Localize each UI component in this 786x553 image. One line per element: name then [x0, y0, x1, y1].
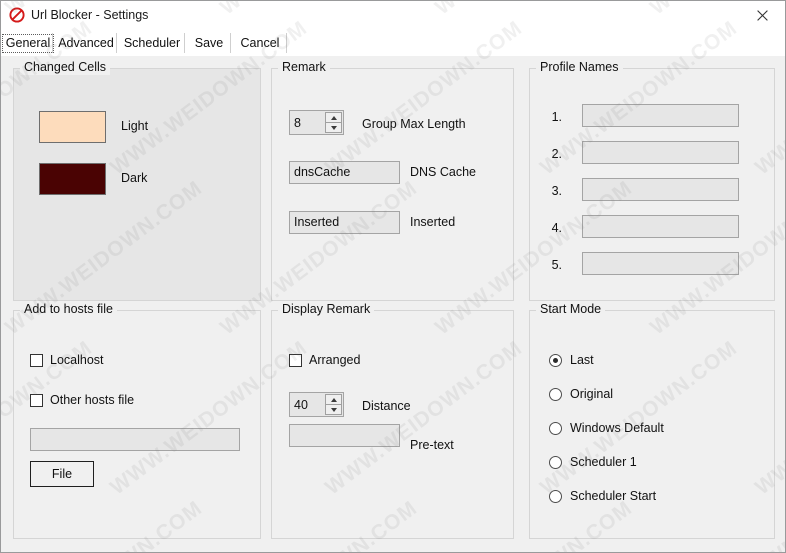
profile-number-3: 3. [551, 184, 562, 198]
tab-strip: General Advanced Scheduler Save Cancel [1, 30, 785, 56]
spin-down-button[interactable] [325, 405, 342, 415]
profile-number-2: 2. [551, 147, 562, 161]
arrow-down-icon [330, 125, 337, 130]
radio-last[interactable]: Last [549, 353, 594, 368]
swatch-light[interactable] [39, 111, 106, 143]
group-max-length-value: 8 [294, 115, 301, 130]
file-button[interactable]: File [30, 461, 94, 487]
checkbox-other-hosts-file[interactable]: Other hosts file [30, 393, 134, 408]
group-max-length-label: Group Max Length [362, 117, 466, 131]
hosts-path-input[interactable] [30, 428, 240, 451]
radio-last-label: Last [570, 353, 594, 367]
group-display-remark: Display Remark Arranged 40 Distance Pre-… [271, 302, 514, 539]
radio-scheduler-1-label: Scheduler 1 [570, 455, 637, 469]
settings-window: Url Blocker - Settings General Advanced … [0, 0, 786, 553]
title-bar: Url Blocker - Settings [1, 1, 785, 30]
dns-cache-input[interactable]: dnsCache [289, 161, 400, 184]
arrow-up-icon [330, 397, 337, 402]
checkbox-arranged[interactable]: Arranged [289, 353, 360, 368]
tab-general[interactable]: General [1, 31, 55, 55]
checkbox-localhost[interactable]: Localhost [30, 353, 104, 368]
group-display-remark-title: Display Remark [278, 302, 375, 317]
distance-spin-buttons[interactable] [325, 394, 342, 415]
tab-separator [230, 33, 231, 53]
spin-up-button[interactable] [325, 112, 342, 123]
prohibited-icon [9, 7, 25, 23]
profile-number-5: 5. [551, 258, 562, 272]
swatch-dark[interactable] [39, 163, 106, 195]
radio-original-label: Original [570, 387, 614, 401]
radio-scheduler-start-circle[interactable] [549, 490, 562, 503]
tab-separator [286, 33, 287, 53]
radio-scheduler-1[interactable]: Scheduler 1 [549, 455, 637, 470]
group-remark-title: Remark [278, 60, 330, 75]
group-changed-cells-title: Changed Cells [20, 60, 110, 75]
tab-cancel-label: Cancel [240, 35, 280, 50]
tab-scheduler[interactable]: Scheduler [119, 31, 185, 55]
swatch-dark-label: Dark [121, 171, 148, 185]
tab-save[interactable]: Save [187, 31, 231, 55]
inserted-value: Inserted [294, 215, 340, 229]
window-title: Url Blocker - Settings [31, 8, 149, 22]
tab-scheduler-label: Scheduler [123, 35, 181, 50]
profile-name-input-5[interactable] [582, 252, 739, 275]
group-changed-cells: Changed Cells Light Dark [13, 60, 261, 301]
arrow-up-icon [330, 115, 337, 120]
group-start-mode-title: Start Mode [536, 302, 606, 317]
close-button[interactable] [739, 1, 785, 30]
spin-down-button[interactable] [325, 123, 342, 133]
swatch-light-label: Light [121, 119, 149, 133]
group-max-length-stepper[interactable]: 8 [289, 110, 344, 135]
tab-advanced-label: Advanced [58, 35, 114, 50]
pretext-input[interactable] [289, 424, 400, 447]
radio-original-circle[interactable] [549, 388, 562, 401]
radio-windows-default-label: Windows Default [570, 421, 664, 435]
dns-cache-label: DNS Cache [410, 165, 476, 179]
distance-value: 40 [294, 397, 308, 412]
dns-cache-value: dnsCache [294, 165, 351, 179]
checkbox-arranged-box[interactable] [289, 354, 302, 367]
inserted-label: Inserted [410, 215, 456, 229]
profile-name-input-4[interactable] [582, 215, 739, 238]
pretext-label: Pre-text [410, 438, 454, 452]
group-max-length-spin-buttons[interactable] [325, 112, 342, 133]
file-button-label: File [51, 467, 73, 481]
checkbox-other-hosts-file-box[interactable] [30, 394, 43, 407]
distance-stepper[interactable]: 40 [289, 392, 344, 417]
tab-advanced[interactable]: Advanced [55, 31, 117, 55]
radio-windows-default-circle[interactable] [549, 422, 562, 435]
profile-name-input-3[interactable] [582, 178, 739, 201]
group-remark: Remark 8 Group Max Length dnsCache DNS C… [271, 60, 514, 301]
radio-scheduler-1-circle[interactable] [549, 456, 562, 469]
radio-windows-default[interactable]: Windows Default [549, 421, 664, 436]
group-profile-names-title: Profile Names [536, 60, 623, 75]
tab-separator [52, 33, 53, 53]
checkbox-arranged-label: Arranged [309, 353, 361, 367]
arrow-down-icon [330, 407, 337, 412]
radio-scheduler-start-label: Scheduler Start [570, 489, 657, 503]
radio-scheduler-start[interactable]: Scheduler Start [549, 489, 656, 504]
checkbox-localhost-box[interactable] [30, 354, 43, 367]
profile-number-1: 1. [551, 110, 562, 124]
tab-save-label: Save [194, 35, 224, 50]
distance-label: Distance [362, 399, 411, 413]
inserted-input[interactable]: Inserted [289, 211, 400, 234]
tab-separator [184, 33, 185, 53]
tab-general-label: General [1, 33, 55, 53]
profile-name-input-2[interactable] [582, 141, 739, 164]
settings-content: Changed Cells Light Dark Remark 8 Group … [1, 56, 785, 552]
tab-separator [116, 33, 117, 53]
profile-name-input-1[interactable] [582, 104, 739, 127]
group-profile-names: Profile Names 1. 2. 3. 4. 5. [529, 60, 775, 301]
checkbox-localhost-label: Localhost [50, 353, 104, 367]
group-start-mode: Start Mode Last Original Windows Default… [529, 302, 775, 539]
spin-up-button[interactable] [325, 394, 342, 405]
group-add-hosts-file: Add to hosts file Localhost Other hosts … [13, 302, 261, 539]
tab-cancel[interactable]: Cancel [233, 31, 287, 55]
profile-number-4: 4. [551, 221, 562, 235]
checkbox-other-hosts-file-label: Other hosts file [50, 393, 135, 407]
radio-last-circle[interactable] [549, 354, 562, 367]
group-add-hosts-file-title: Add to hosts file [20, 302, 117, 317]
radio-original[interactable]: Original [549, 387, 613, 402]
